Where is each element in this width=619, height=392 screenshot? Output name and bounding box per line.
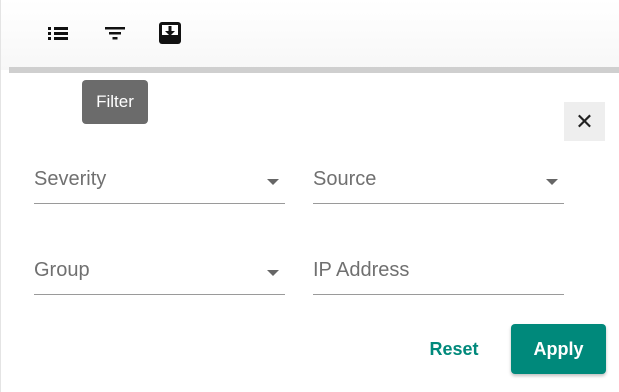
- filter-icon: [105, 27, 125, 40]
- ip-address-field[interactable]: IP Address: [313, 255, 564, 295]
- source-label: Source: [313, 168, 377, 190]
- chevron-down-icon: [267, 270, 279, 276]
- filter-tooltip: Filter: [82, 80, 148, 124]
- chevron-down-icon: [267, 179, 279, 185]
- download-button[interactable]: [157, 20, 183, 46]
- close-icon: ✕: [575, 108, 594, 134]
- apply-button[interactable]: Apply: [511, 324, 606, 374]
- download-icon: [159, 22, 181, 44]
- filter-button[interactable]: [102, 20, 128, 46]
- reset-button[interactable]: Reset: [416, 327, 492, 371]
- group-label: Group: [34, 259, 90, 281]
- list-view-button[interactable]: [45, 20, 71, 46]
- source-select[interactable]: Source: [313, 164, 564, 204]
- toolbar-divider: [9, 67, 619, 73]
- filter-panel: Filter ✕ Severity Source Group IP Addres…: [0, 0, 619, 392]
- close-button[interactable]: ✕: [564, 102, 605, 141]
- chevron-down-icon: [546, 179, 558, 185]
- list-icon: [48, 27, 68, 40]
- severity-select[interactable]: Severity: [34, 164, 285, 204]
- group-select[interactable]: Group: [34, 255, 285, 295]
- severity-label: Severity: [34, 168, 107, 190]
- ip-address-label: IP Address: [313, 259, 410, 281]
- toolbar: [1, 0, 619, 73]
